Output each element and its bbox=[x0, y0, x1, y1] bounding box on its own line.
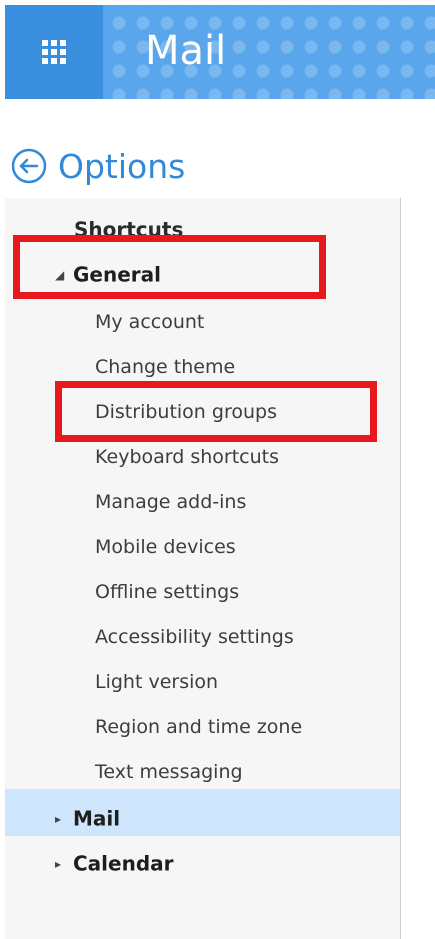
nav-item-keyboard-shortcuts[interactable]: Keyboard shortcuts bbox=[95, 435, 279, 479]
back-arrow-circle-icon[interactable] bbox=[10, 147, 48, 185]
caret-collapsed-icon[interactable]: ▸ bbox=[55, 797, 73, 841]
app-title[interactable]: Mail bbox=[145, 23, 226, 79]
options-back-link[interactable]: Options bbox=[10, 138, 185, 194]
app-launcher-button[interactable] bbox=[5, 5, 103, 99]
nav-item-general-label: General bbox=[73, 262, 161, 287]
nav-item-offline-settings[interactable]: Offline settings bbox=[95, 570, 239, 614]
nav-item-calendar-label: Calendar bbox=[73, 851, 174, 876]
caret-collapsed-icon[interactable]: ▸ bbox=[55, 842, 73, 886]
nav-item-change-theme[interactable]: Change theme bbox=[95, 345, 235, 389]
nav-item-shortcuts[interactable]: Shortcuts bbox=[74, 206, 183, 250]
nav-divider bbox=[400, 198, 401, 939]
nav-item-text-messaging[interactable]: Text messaging bbox=[95, 750, 243, 794]
nav-item-general[interactable]: ◢ General bbox=[55, 251, 161, 295]
app-launcher-icon bbox=[42, 40, 66, 64]
nav-item-mail-label: Mail bbox=[73, 806, 121, 831]
nav-item-distribution-groups[interactable]: Distribution groups bbox=[95, 390, 277, 434]
nav-item-light-version[interactable]: Light version bbox=[95, 660, 218, 704]
app-header: Mail bbox=[5, 5, 435, 99]
nav-item-region-and-time-zone[interactable]: Region and time zone bbox=[95, 705, 302, 749]
nav-item-mobile-devices[interactable]: Mobile devices bbox=[95, 525, 236, 569]
nav-item-accessibility-settings[interactable]: Accessibility settings bbox=[95, 615, 294, 659]
caret-expanded-icon[interactable]: ◢ bbox=[55, 253, 73, 297]
options-title[interactable]: Options bbox=[58, 147, 185, 186]
nav-item-mail[interactable]: ▸ Mail bbox=[55, 795, 120, 839]
nav-item-manage-add-ins[interactable]: Manage add-ins bbox=[95, 480, 246, 524]
nav-item-shortcuts-label: Shortcuts bbox=[74, 217, 184, 242]
nav-item-my-account[interactable]: My account bbox=[95, 300, 204, 344]
nav-item-calendar[interactable]: ▸ Calendar bbox=[55, 840, 174, 884]
